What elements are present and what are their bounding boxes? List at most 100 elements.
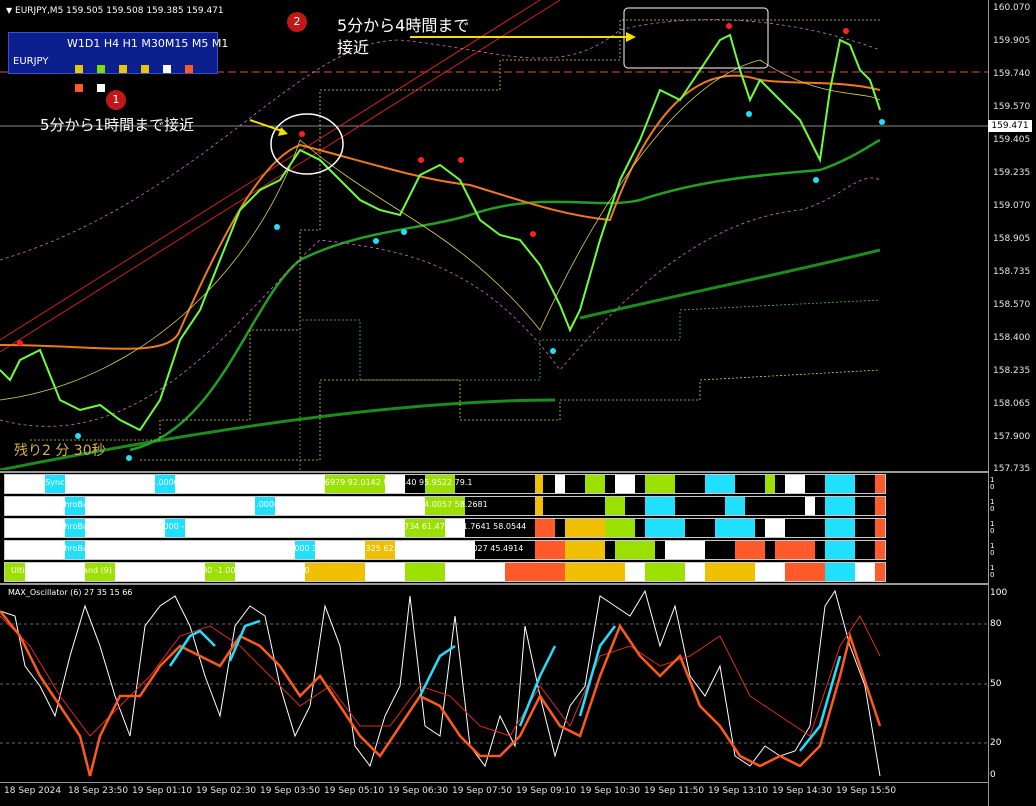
indicator-row-4[interactable]: UltimateSynchroBand (9) -1.0000 -1.0000 … — [4, 540, 886, 560]
timeframe-dots — [75, 58, 217, 96]
indicator-scale: 10 — [990, 498, 995, 513]
fractal-red — [418, 157, 424, 163]
price-tick: 158.235 — [993, 366, 1031, 376]
heat-cell — [535, 475, 543, 493]
step-yellow-2 — [140, 369, 881, 461]
current-price-tag: 159.471 — [988, 120, 1032, 132]
chart-header: ▼ EURJPY,M5 159.505 159.508 159.385 159.… — [6, 6, 224, 16]
price-tick: 158.735 — [993, 267, 1031, 277]
fractal-red — [299, 131, 305, 137]
osc-cyan-segments — [418, 644, 456, 697]
price-tick: 158.905 — [993, 234, 1031, 244]
arrow-1-head — [278, 127, 288, 136]
price-tick: 159.405 — [993, 135, 1031, 145]
heat-cell — [645, 497, 675, 515]
pane-separator[interactable] — [0, 583, 988, 585]
indicator-label: UltimateSynchroBand (9) -1.0000 -1.0000 … — [11, 478, 473, 487]
highlight-rect — [623, 7, 769, 69]
heat-cell — [725, 497, 745, 515]
time-tick: 19 Sep 10:30 — [580, 786, 641, 796]
fractal-red — [726, 23, 732, 29]
price-tick: 159.235 — [993, 168, 1031, 178]
indicator-label: UltimateSynchroBand (9) -1.0000 -1.0000 … — [11, 566, 310, 575]
timeframe-panel: W1D1 H4 H1 M30M15 M5 M1 EURJPY — [8, 32, 228, 92]
fractal-red — [843, 28, 849, 34]
time-tick: 19 Sep 09:10 — [516, 786, 577, 796]
price-tick: 159.905 — [993, 36, 1031, 46]
heat-cell — [605, 497, 625, 515]
fractal-cyan — [274, 224, 280, 230]
heat-cell — [765, 519, 785, 537]
fractal-red — [458, 157, 464, 163]
time-tick: 19 Sep 14:30 — [772, 786, 833, 796]
indicator-row-5[interactable]: UltimateSynchroBand (9) -1.0000 -1.0000 … — [4, 562, 886, 582]
time-tick: 19 Sep 15:50 — [836, 786, 897, 796]
indicator-label: UltimateSynchroBand (9) -1.0000 -1.0000 … — [11, 522, 527, 531]
heat-cell — [665, 541, 705, 559]
price-tick: 159.070 — [993, 201, 1031, 211]
heat-cell — [705, 563, 755, 581]
oscillator-pane[interactable]: 100 80 50 20 0 — [0, 586, 1036, 782]
indicator-scale: 10 — [990, 542, 995, 557]
heat-cell — [825, 475, 855, 493]
time-axis[interactable] — [0, 782, 988, 783]
indicator-scale: 10 — [990, 520, 995, 535]
indicator-row-2[interactable]: UltimateSynchroBand (9) -1.0000 -1.0000 … — [4, 496, 886, 516]
heat-cell — [565, 541, 605, 559]
time-tick: 19 Sep 07:50 — [452, 786, 513, 796]
osc-level-label: 100 — [990, 588, 1008, 598]
dot-m5 — [75, 84, 83, 92]
annotation-text-2b: 接近 — [337, 38, 370, 57]
dot-m15 — [185, 65, 194, 73]
heat-cell — [705, 475, 735, 493]
remaining-time: 残り2 分 30秒 — [14, 443, 106, 459]
heat-cell — [535, 541, 565, 559]
heat-cell — [405, 563, 445, 581]
price-tick: 158.065 — [993, 399, 1031, 409]
fractal-cyan — [373, 238, 379, 244]
collapse-arrow-icon[interactable]: ▼ — [6, 6, 12, 15]
highlight-ellipse — [270, 113, 344, 175]
heat-cell — [825, 519, 855, 537]
osc-cyan-segments — [578, 625, 616, 717]
osc-white-line — [0, 589, 881, 777]
time-tick: 19 Sep 05:10 — [324, 786, 385, 796]
indicator-label: UltimateSynchroBand (9) -1.0000 -1.0000 … — [11, 500, 488, 509]
dot-h1 — [141, 65, 150, 73]
dot-d1 — [97, 65, 106, 73]
indicator-row-3[interactable]: UltimateSynchroBand (9) -1.0000 -1.0000 … — [4, 518, 886, 538]
heat-cell — [555, 475, 565, 493]
fractal-red — [17, 340, 23, 346]
step-green — [299, 299, 881, 470]
price-tick: 157.735 — [993, 464, 1031, 474]
annotation-badge-1: 1 — [106, 90, 126, 110]
oscillator-label: MAX_Oscillator (6) 27 35 15 66 — [8, 588, 133, 597]
time-tick: 19 Sep 01:10 — [132, 786, 193, 796]
heat-cell — [645, 475, 675, 493]
heat-cell — [825, 541, 855, 559]
heat-cell — [825, 563, 855, 581]
time-tick: 18 Sep 23:50 — [68, 786, 129, 796]
price-tick: 158.570 — [993, 300, 1031, 310]
heat-cell — [615, 541, 655, 559]
indicator-row-1[interactable]: UltimateSynchroBand (9) -1.0000 -1.0000 … — [4, 474, 886, 494]
heat-cell — [735, 541, 765, 559]
price-tick: 158.400 — [993, 333, 1031, 343]
heat-cell — [825, 497, 855, 515]
indicator-label: UltimateSynchroBand (9) -1.0000 -1.0000 … — [11, 544, 524, 553]
heat-cell — [875, 563, 885, 581]
fractal-cyan — [75, 433, 81, 439]
heat-cell — [875, 497, 885, 515]
heat-cell — [875, 475, 885, 493]
fractal-red — [530, 231, 536, 237]
timeframe-symbol: EURJPY — [13, 56, 49, 67]
price-chart-pane[interactable]: ▼ EURJPY,M5 159.505 159.508 159.385 159.… — [0, 0, 1036, 470]
pane-separator[interactable] — [0, 471, 988, 473]
osc-level-label: 20 — [990, 738, 1002, 748]
time-tick: 19 Sep 02:30 — [196, 786, 257, 796]
heat-cell — [715, 519, 755, 537]
price-tick: 159.570 — [993, 102, 1031, 112]
fractal-cyan — [126, 455, 132, 461]
dot-h4 — [119, 65, 128, 73]
heat-cell — [875, 519, 885, 537]
